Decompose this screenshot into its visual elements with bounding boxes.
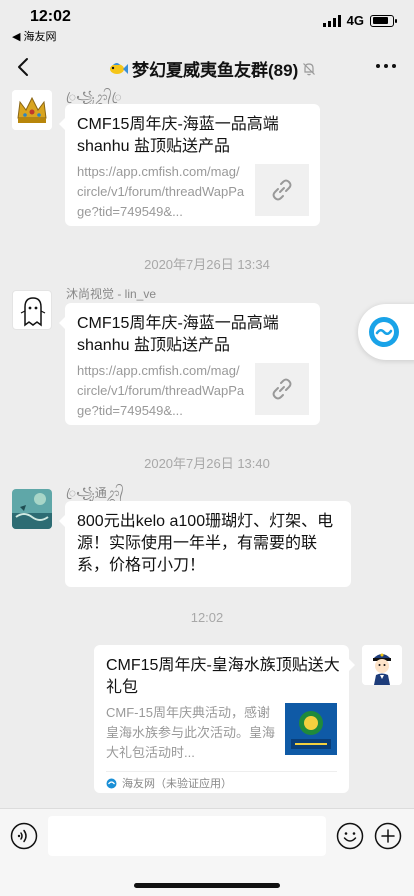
home-indicator[interactable] — [134, 883, 280, 888]
card-source: 海友网（未验证应用） — [106, 775, 232, 791]
link-message-bubble[interactable]: CMF15周年庆-海蓝一品高端shanhu 盐顶贴送产品 https://app… — [59, 303, 320, 425]
message-input[interactable] — [48, 816, 326, 856]
input-bar — [0, 808, 414, 896]
police-cartoon-avatar — [362, 645, 402, 685]
text-message-bubble[interactable]: 800元出kelo a100珊瑚灯、灯架、电源！实际使用一年半，有需要的联系，价… — [59, 501, 351, 587]
chat-header: 梦幻夏威夷鱼友群(89) — [0, 46, 414, 88]
timestamp: 2020年7月26日 13:34 — [144, 257, 270, 272]
sender-name: 沐尚视觉 - lin_ve — [66, 287, 157, 301]
back-to-app-link[interactable]: ◀ 海友网 — [12, 28, 57, 44]
more-options-button[interactable] — [376, 64, 396, 68]
battery-icon — [370, 14, 397, 27]
link-icon — [272, 378, 292, 400]
status-time: 12:02 — [30, 8, 71, 25]
card-divider — [106, 771, 337, 772]
voice-input-button[interactable] — [10, 822, 38, 850]
timestamp: 2020年7月26日 13:40 — [144, 456, 270, 471]
voice-icon — [10, 822, 38, 850]
message-list[interactable]: ꦿ꧁ᬊ᭄ꦿ CMF15周年庆-海蓝一品高端shanhu 盐顶贴送产品 https… — [0, 88, 414, 808]
emoji-button[interactable] — [336, 822, 364, 850]
link-title: CMF15周年庆-海蓝一品高端shanhu 盐顶贴送产品 — [77, 116, 279, 155]
card-title: CMF15周年庆-皇海水族顶贴送大礼包 — [106, 657, 340, 696]
link-message-bubble[interactable]: CMF15周年庆-海蓝一品高端shanhu 盐顶贴送产品 https://app… — [59, 104, 320, 226]
message-text: 800元出kelo a100珊瑚灯、灯架、电源！实际使用一年半，有需要的联系，价… — [77, 513, 334, 574]
sender-avatar[interactable] — [12, 489, 52, 529]
chat-title-text: 梦幻夏威夷鱼友群(89) — [132, 61, 299, 80]
network-type: 4G — [346, 13, 364, 28]
status-bar: 12:02 ◀ 海友网 4G — [0, 0, 414, 46]
link-url: https://app.cmfish.com/mag/circle/v1/for… — [77, 363, 245, 418]
ghost-avatar-icon — [20, 297, 46, 327]
my-avatar[interactable] — [362, 645, 402, 685]
plus-icon — [374, 822, 402, 850]
card-source-label: 海友网（未验证应用） — [122, 778, 232, 790]
smile-icon — [336, 822, 364, 850]
dot-icon — [392, 64, 396, 68]
app-card-bubble[interactable]: CMF15周年庆-皇海水族顶贴送大礼包 CMF-15周年庆典活动，感谢皇海水族参… — [94, 645, 355, 793]
fish-icon — [110, 62, 128, 74]
link-thumbnail — [255, 363, 309, 415]
sender-avatar[interactable] — [12, 290, 52, 330]
dot-icon — [384, 64, 388, 68]
signal-icon — [322, 14, 341, 27]
back-button[interactable] — [12, 54, 36, 80]
link-title: CMF15周年庆-海蓝一品高端shanhu 盐顶贴送产品 — [77, 315, 279, 354]
floating-assistant-button[interactable] — [358, 304, 414, 360]
mute-bell-icon — [303, 62, 316, 75]
timestamp: 12:02 — [190, 610, 224, 625]
link-thumbnail — [255, 164, 309, 216]
chevron-left-icon — [18, 58, 28, 76]
refresh-wave-icon — [369, 317, 399, 347]
crown-icon — [12, 90, 52, 130]
status-indicators: 4G — [322, 13, 397, 28]
app-source-icon — [106, 778, 117, 788]
sender-avatar[interactable] — [12, 90, 52, 130]
link-url: https://app.cmfish.com/mag/circle/v1/for… — [77, 164, 245, 219]
card-thumbnail — [285, 703, 337, 755]
chat-title: 梦幻夏威夷鱼友群(89) — [108, 56, 316, 81]
card-thumbnail-image — [285, 703, 337, 755]
more-actions-button[interactable] — [374, 822, 402, 850]
ocean-avatar-image — [12, 489, 52, 529]
dot-icon — [376, 64, 380, 68]
link-icon — [272, 179, 292, 201]
card-description: CMF-15周年庆典活动，感谢皇海水族参与此次活动。皇海大礼包活动时... — [106, 705, 276, 760]
